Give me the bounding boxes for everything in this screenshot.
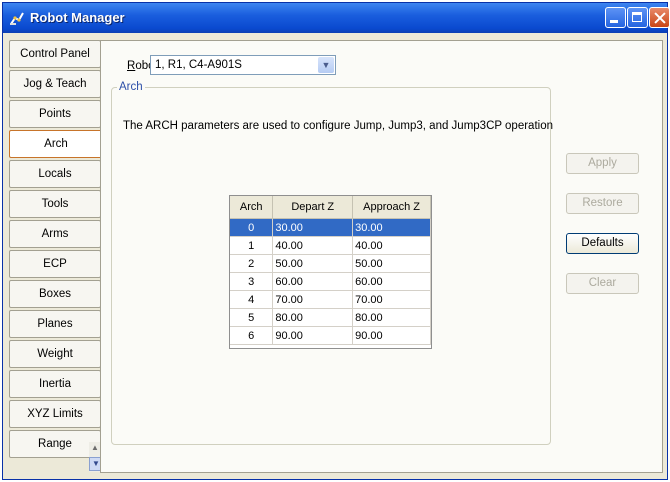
title-bar[interactable]: Robot Manager <box>3 3 670 33</box>
sidebar-item-points[interactable]: Points <box>9 100 101 128</box>
table-header-row: Arch Depart Z Approach Z <box>230 196 431 219</box>
minimize-button[interactable] <box>605 7 626 28</box>
apply-button[interactable]: Apply <box>566 153 639 174</box>
arch-cell[interactable]: 6 <box>230 326 274 345</box>
arch-table[interactable]: Arch Depart Z Approach Z 0 30.00 30.00 1… <box>229 195 432 349</box>
arch-cell[interactable]: 4 <box>230 290 274 309</box>
sidebar-item-tools[interactable]: Tools <box>9 190 101 218</box>
table-row[interactable]: 0 30.00 30.00 <box>230 218 431 237</box>
depart-z-cell[interactable]: 70.00 <box>272 290 354 309</box>
chevron-up-icon[interactable]: ▲ <box>91 443 99 452</box>
arch-cell[interactable]: 3 <box>230 272 274 291</box>
arch-cell[interactable]: 0 <box>230 218 274 237</box>
sidebar-item-planes[interactable]: Planes <box>9 310 101 338</box>
sidebar-item-range[interactable]: Range <box>9 430 101 458</box>
robot-manager-window: Robot Manager Control Panel Jog & Teach … <box>2 2 670 480</box>
table-row[interactable]: 1 40.00 40.00 <box>230 236 431 255</box>
sidebar-item-ecp[interactable]: ECP <box>9 250 101 278</box>
approach-z-cell[interactable]: 40.00 <box>352 236 431 255</box>
depart-z-cell[interactable]: 80.00 <box>272 308 354 327</box>
table-row[interactable]: 6 90.00 90.00 <box>230 326 431 345</box>
sidebar-item-jog-teach[interactable]: Jog & Teach <box>9 70 101 98</box>
table-row[interactable]: 2 50.00 50.00 <box>230 254 431 273</box>
clear-button[interactable]: Clear <box>566 273 639 294</box>
sidebar-item-inertia[interactable]: Inertia <box>9 370 101 398</box>
depart-z-cell[interactable]: 40.00 <box>272 236 354 255</box>
approach-z-cell[interactable]: 70.00 <box>352 290 431 309</box>
approach-z-cell[interactable]: 90.00 <box>352 326 431 345</box>
arch-cell[interactable]: 1 <box>230 236 274 255</box>
robot-dropdown-value: 1, R1, C4-A901S <box>155 59 242 71</box>
arch-group-title: Arch <box>117 81 145 93</box>
approach-z-cell[interactable]: 80.00 <box>352 308 431 327</box>
sidebar-item-weight[interactable]: Weight <box>9 340 101 368</box>
defaults-button[interactable]: Defaults <box>566 233 639 254</box>
sidebar-item-xyz-limits[interactable]: XYZ Limits <box>9 400 101 428</box>
window-title: Robot Manager <box>30 10 125 25</box>
column-header-approach-z[interactable]: Approach Z <box>352 196 431 219</box>
depart-z-cell[interactable]: 60.00 <box>272 272 354 291</box>
restore-button[interactable]: Restore <box>566 193 639 214</box>
close-button[interactable] <box>649 7 670 28</box>
robot-dropdown[interactable]: 1, R1, C4-A901S ▼ <box>150 55 336 75</box>
arch-description: The ARCH parameters are used to configur… <box>123 120 553 132</box>
sidebar-item-arch[interactable]: Arch <box>9 130 101 158</box>
depart-z-cell[interactable]: 50.00 <box>272 254 354 273</box>
chevron-down-icon[interactable]: ▼ <box>318 57 334 73</box>
sidebar-item-control-panel[interactable]: Control Panel <box>9 40 101 68</box>
approach-z-cell[interactable]: 30.00 <box>352 218 431 237</box>
table-row[interactable]: 5 80.00 80.00 <box>230 308 431 327</box>
sidebar-item-boxes[interactable]: Boxes <box>9 280 101 308</box>
column-header-arch[interactable]: Arch <box>230 196 274 219</box>
depart-z-cell[interactable]: 30.00 <box>272 218 354 237</box>
sidebar: Control Panel Jog & Teach Points Arch Lo… <box>9 40 101 473</box>
table-row[interactable]: 3 60.00 60.00 <box>230 272 431 291</box>
robot-arm-icon <box>10 12 24 25</box>
approach-z-cell[interactable]: 60.00 <box>352 272 431 291</box>
arch-cell[interactable]: 5 <box>230 308 274 327</box>
arch-cell[interactable]: 2 <box>230 254 274 273</box>
approach-z-cell[interactable]: 50.00 <box>352 254 431 273</box>
sidebar-item-arms[interactable]: Arms <box>9 220 101 248</box>
maximize-button[interactable] <box>627 7 648 28</box>
depart-z-cell[interactable]: 90.00 <box>272 326 354 345</box>
sidebar-item-locals[interactable]: Locals <box>9 160 101 188</box>
column-header-depart-z[interactable]: Depart Z <box>272 196 354 219</box>
table-row[interactable]: 4 70.00 70.00 <box>230 290 431 309</box>
